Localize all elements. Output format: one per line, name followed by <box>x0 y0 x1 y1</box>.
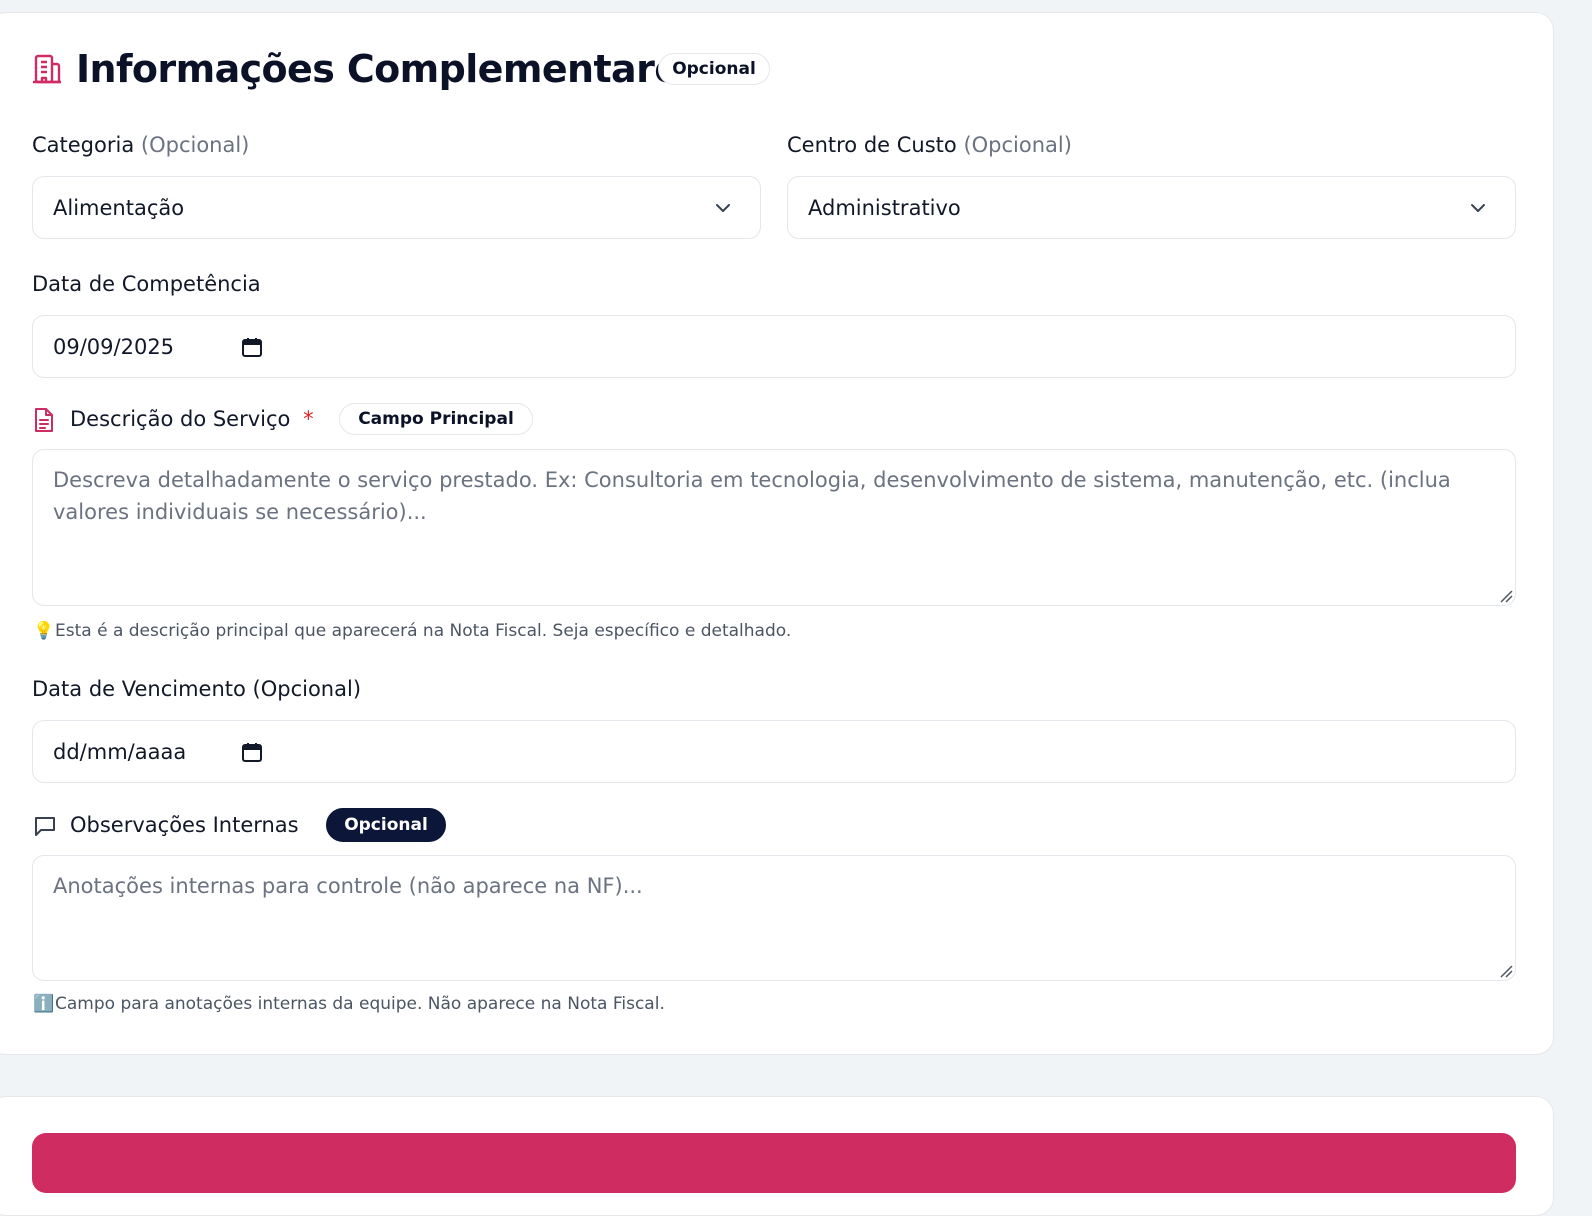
chevron-down-icon <box>716 204 730 212</box>
submit-button[interactable] <box>32 1133 1516 1193</box>
resize-handle-icon[interactable] <box>1499 964 1513 978</box>
categoria-label: Categoria (Opcional) <box>32 133 250 157</box>
data-vencimento-placeholder: dd/mm/aaaa <box>53 739 187 764</box>
data-competencia-value: 09/09/2025 <box>53 334 175 359</box>
descricao-label: Descrição do Serviço * <box>70 407 314 431</box>
data-vencimento-label: Data de Vencimento (Opcional) <box>32 677 362 701</box>
resize-handle-icon[interactable] <box>1499 589 1513 603</box>
observacoes-textarea[interactable]: Anotações internas para controle (não ap… <box>32 855 1516 981</box>
lightbulb-icon: 💡 <box>33 621 55 641</box>
observacoes-label: Observações Internas <box>70 813 299 837</box>
chevron-down-icon <box>1471 204 1485 212</box>
centro-custo-label: Centro de Custo (Opcional) <box>787 133 1072 157</box>
categoria-value: Alimentação <box>53 195 185 220</box>
optional-badge: Opcional <box>658 53 770 85</box>
section-title: Informações Complementares <box>76 47 702 91</box>
data-vencimento-input[interactable]: dd/mm/aaaa <box>32 720 1516 783</box>
info-icon: ℹ️ <box>33 994 55 1014</box>
descricao-placeholder: Descreva detalhadamente o serviço presta… <box>53 468 1451 524</box>
principal-field-badge: Campo Principal <box>339 403 533 435</box>
calendar-icon[interactable] <box>241 336 263 358</box>
message-square-icon <box>35 817 55 836</box>
categoria-select[interactable]: Alimentação <box>32 176 761 239</box>
descricao-hint: 💡Esta é a descrição principal que aparec… <box>33 621 792 641</box>
centro-custo-value: Administrativo <box>808 195 961 220</box>
building-icon <box>33 54 61 84</box>
centro-custo-select[interactable]: Administrativo <box>787 176 1516 239</box>
optional-badge-dark: Opcional <box>326 808 446 842</box>
document-icon <box>35 408 53 432</box>
descricao-textarea[interactable]: Descreva detalhadamente o serviço presta… <box>32 449 1516 606</box>
calendar-icon[interactable] <box>241 741 263 763</box>
observacoes-hint: ℹ️Campo para anotações internas da equip… <box>33 994 665 1014</box>
data-competencia-input[interactable]: 09/09/2025 <box>32 315 1516 378</box>
data-competencia-label: Data de Competência <box>32 272 261 296</box>
observacoes-placeholder: Anotações internas para controle (não ap… <box>53 874 643 898</box>
